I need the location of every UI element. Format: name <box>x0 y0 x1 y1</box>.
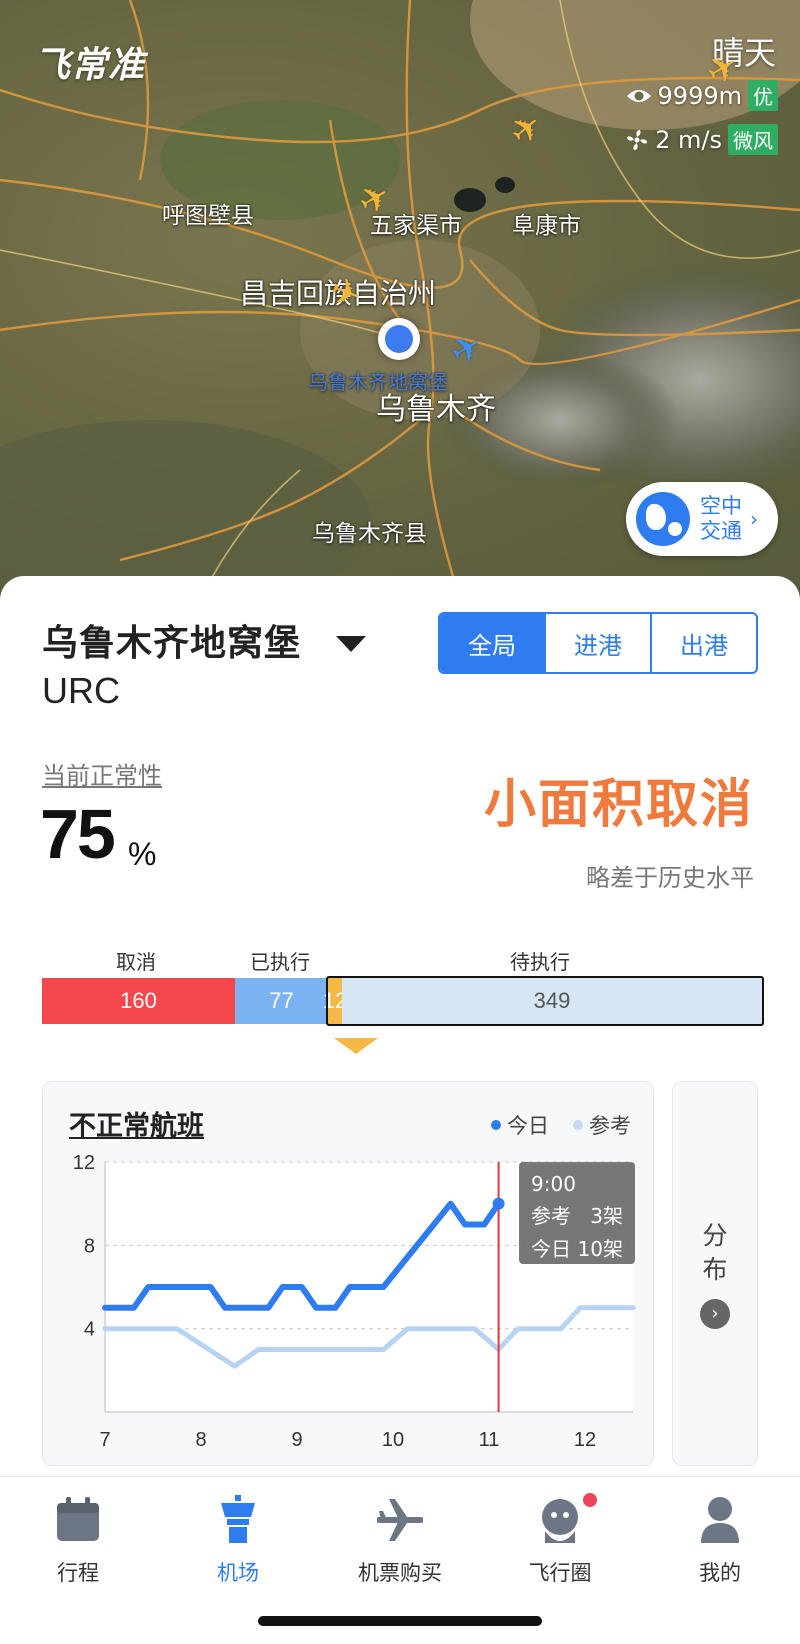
chevron-right-icon: › <box>700 1298 730 1329</box>
tab-community[interactable]: 飞行圈 <box>500 1491 620 1587</box>
bar-cancelled[interactable]: 160 <box>42 978 235 1024</box>
bar-pointer-icon <box>334 1038 378 1054</box>
y-tick-label: 12 <box>73 1152 95 1174</box>
fan-icon <box>627 129 648 150</box>
air-traffic-button[interactable]: 空中交通 › <box>626 482 778 556</box>
eye-icon <box>626 89 651 102</box>
airport-info-sheet: 乌鲁木齐地窝堡 URC 全局 进港 出港 当前正常性 75 % 小面积取消 略差… <box>0 576 800 1476</box>
tab-label: 机场 <box>217 1561 259 1585</box>
distribution-button[interactable]: 分布 › <box>672 1081 758 1466</box>
direction-tabs: 全局 进港 出港 <box>438 612 758 674</box>
tab-profile[interactable]: 我的 <box>660 1495 780 1587</box>
x-tick-label: 12 <box>574 1429 596 1451</box>
tooltip-ref-label: 参考 <box>531 1204 571 1228</box>
x-tick-label: 10 <box>382 1429 404 1451</box>
bar-executed[interactable]: 77 <box>235 978 328 1024</box>
control-tower-icon <box>221 1495 255 1543</box>
tooltip-today-value: 10架 <box>577 1237 623 1261</box>
airport-location-marker[interactable] <box>378 318 420 360</box>
irregular-flights-chart[interactable]: 12 8 4 7 8 9 10 11 12 <box>43 1082 655 1467</box>
air-traffic-label: 空中交通 <box>700 494 742 543</box>
map-label-fukang: 阜康市 <box>512 213 581 239</box>
chevron-right-icon: › <box>750 507 758 531</box>
y-tick-label: 8 <box>84 1235 95 1257</box>
punctuality-unit: % <box>128 836 157 872</box>
tab-airport[interactable]: 机场 <box>178 1495 298 1587</box>
tab-overall[interactable]: 全局 <box>440 614 544 672</box>
tooltip-time: 9:00 <box>531 1172 576 1196</box>
x-tick-label: 8 <box>195 1429 206 1451</box>
punctuality-value: 75 <box>40 795 116 873</box>
map-label-airport: 乌鲁木齐地窝堡 <box>308 370 448 394</box>
status-note: 略差于历史水平 <box>586 864 754 892</box>
tab-label: 行程 <box>57 1561 99 1585</box>
app-logo: 飞常准 <box>34 45 146 86</box>
irregular-flights-card[interactable]: 不正常航班 今日 参考 12 8 4 7 8 9 10 11 12 9:00 参考 3架 今日 … <box>42 1081 654 1466</box>
map-label-urumqi-county: 乌鲁木齐县 <box>312 521 427 547</box>
wind-level-badge: 微风 <box>728 124 778 155</box>
calendar-icon <box>57 1497 99 1541</box>
x-tick-label: 7 <box>99 1429 110 1451</box>
y-tick-label: 4 <box>84 1319 95 1341</box>
visibility-row: 9999m 优 <box>626 80 778 111</box>
map-view[interactable]: 飞常准 晴天 9999m 优 2 m/s 微风 呼图壁县 五家渠市 阜康市 昌吉… <box>0 0 800 600</box>
wind-row: 2 m/s 微风 <box>625 124 778 155</box>
tab-label: 我的 <box>699 1561 741 1585</box>
bar-selection-outline <box>326 976 764 1026</box>
airport-name[interactable]: 乌鲁木齐地窝堡 <box>42 614 301 666</box>
caption-executed: 已执行 <box>250 950 310 974</box>
tab-arrivals[interactable]: 进港 <box>544 614 650 672</box>
x-tick-label: 11 <box>479 1429 500 1451</box>
wind-speed: 2 m/s <box>655 125 722 154</box>
home-indicator[interactable] <box>258 1616 542 1626</box>
tab-label: 机票购买 <box>358 1561 442 1585</box>
x-tick-label: 9 <box>291 1429 302 1451</box>
profile-icon <box>701 1497 739 1543</box>
flight-status-bar[interactable]: 160 77 12 349 <box>42 976 764 1026</box>
tab-itinerary[interactable]: 行程 <box>18 1495 138 1587</box>
community-icon <box>537 1491 599 1545</box>
airport-code: URC <box>42 670 120 711</box>
notification-dot <box>581 1491 599 1509</box>
punctuality-label[interactable]: 当前正常性 <box>42 756 162 791</box>
tab-departures[interactable]: 出港 <box>650 614 756 672</box>
tab-tickets[interactable]: 机票购买 <box>340 1495 460 1587</box>
map-label-hutubi: 呼图壁县 <box>162 203 254 229</box>
tooltip-ref-value: 3架 <box>590 1204 623 1228</box>
chart-tooltip: 9:00 参考 3架 今日 10架 <box>519 1162 635 1264</box>
tooltip-today-label: 今日 <box>531 1237 571 1261</box>
globe-icon <box>636 492 690 546</box>
operation-status: 小面积取消 <box>483 775 754 835</box>
caption-pending: 待执行 <box>510 950 570 974</box>
airplane-icon <box>377 1499 423 1541</box>
distribution-label: 分布 <box>702 1220 728 1284</box>
series-today-endpoint <box>492 1197 505 1210</box>
visibility-rating-badge: 优 <box>748 80 778 111</box>
caret-down-icon[interactable] <box>336 636 366 652</box>
caption-cancelled: 取消 <box>116 950 156 974</box>
tab-label: 飞行圈 <box>528 1561 592 1585</box>
